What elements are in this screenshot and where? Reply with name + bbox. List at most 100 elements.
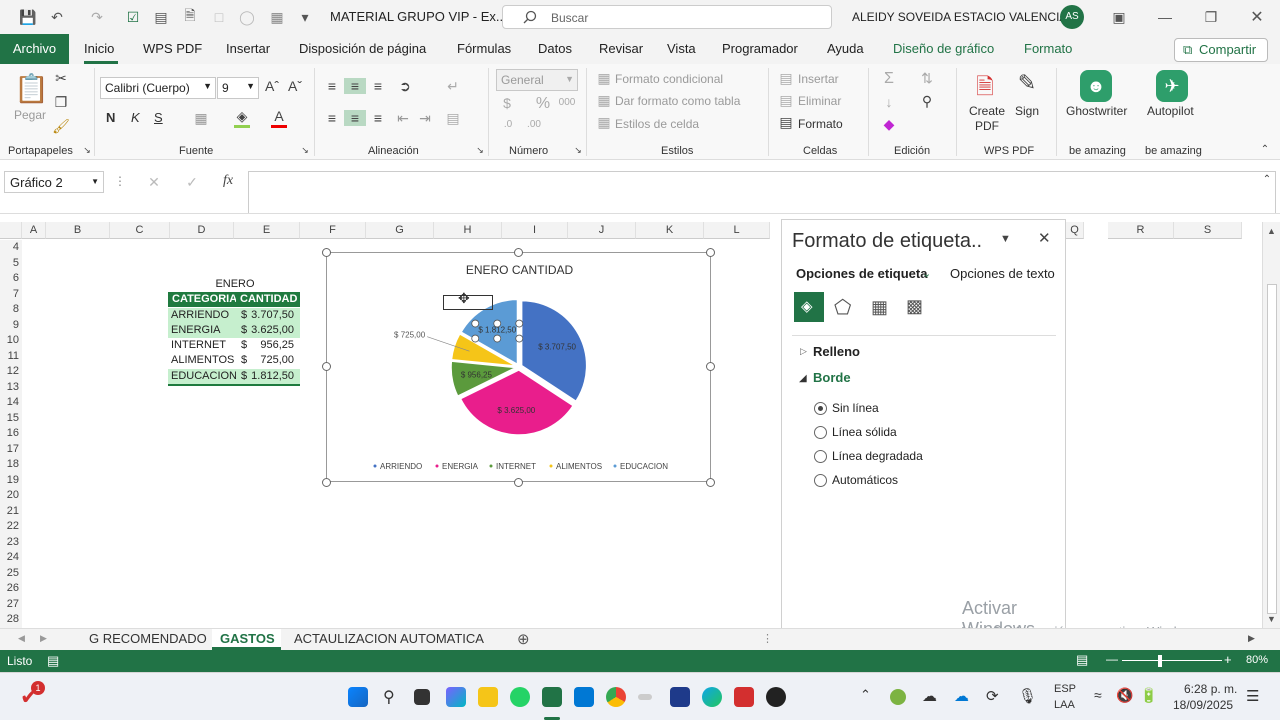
row-header[interactable]: 27 xyxy=(0,596,22,612)
conditional-format-icon[interactable]: ▦ xyxy=(596,70,612,87)
ghostwriter-icon[interactable]: ☻ xyxy=(1080,70,1112,102)
label-handle[interactable] xyxy=(471,319,480,328)
col-header[interactable]: G xyxy=(366,222,434,239)
windows-start-icon[interactable] xyxy=(348,687,368,707)
close-icon[interactable]: ✕ xyxy=(1248,8,1266,26)
format-cells-icon[interactable]: ▤ xyxy=(778,114,794,131)
dialog-launcher-icon[interactable]: ↘ xyxy=(573,145,583,156)
sort-filter-icon[interactable]: ⇅ xyxy=(916,70,938,87)
zoom-out-icon[interactable]: — xyxy=(1106,652,1118,666)
tab-revisar[interactable]: Revisar xyxy=(599,41,643,56)
file-explorer-icon[interactable] xyxy=(478,687,498,707)
collapse-arrow-icon[interactable]: ◢ xyxy=(799,373,807,384)
increase-font-icon[interactable]: Aˆ xyxy=(264,78,280,94)
conditional-format-button[interactable]: Formato condicional xyxy=(615,72,723,86)
restore-icon[interactable]: ❐ xyxy=(1202,8,1220,26)
row-header[interactable]: 13 xyxy=(0,379,22,395)
tray-cloud-icon[interactable]: ☁ xyxy=(922,687,937,705)
sheet-tab-gastos[interactable]: GASTOS xyxy=(220,631,275,646)
table-cell-amount[interactable]: $3.707,50 xyxy=(236,308,300,323)
scroll-right-icon[interactable]: ▶ xyxy=(1248,633,1255,644)
format-painter-icon[interactable]: 🖌 xyxy=(52,118,70,135)
table-icon[interactable]: ▦ xyxy=(268,8,286,26)
wifi-icon[interactable]: ≈ xyxy=(1094,687,1102,703)
col-header[interactable]: L xyxy=(704,222,770,239)
row-header[interactable]: 8 xyxy=(0,302,22,318)
onedrive-icon[interactable]: ☁ xyxy=(954,687,969,705)
col-header[interactable]: B xyxy=(46,222,110,239)
sign-icon[interactable]: ✎ xyxy=(1012,70,1042,100)
label-handle[interactable] xyxy=(493,334,502,343)
table-format-button[interactable]: Dar formato como tabla xyxy=(615,94,740,108)
search-input[interactable]: Buscar xyxy=(502,5,832,29)
row-header[interactable]: 10 xyxy=(0,333,22,349)
label-handle[interactable] xyxy=(471,334,480,343)
row-header[interactable]: 20 xyxy=(0,488,22,504)
col-header[interactable]: F xyxy=(300,222,366,239)
checkbox-icon[interactable]: ☑ xyxy=(124,8,142,26)
fill-down-icon[interactable]: ↓ xyxy=(880,94,898,110)
pane-options-icon[interactable]: ▼ xyxy=(1000,233,1011,245)
resize-handle[interactable] xyxy=(514,248,523,257)
decrease-indent-icon[interactable]: ⇤ xyxy=(394,110,412,127)
delete-cells-button[interactable]: Eliminar xyxy=(798,94,841,108)
col-header[interactable]: J xyxy=(568,222,636,239)
row-header[interactable]: 6 xyxy=(0,271,22,287)
underline-button[interactable]: S xyxy=(154,110,163,125)
add-sheet-icon[interactable]: ⊕ xyxy=(517,630,530,648)
fill-line-tab[interactable]: ◈ xyxy=(794,292,824,322)
align-left-icon[interactable]: ≡ xyxy=(323,110,341,126)
expand-formula-icon[interactable]: ⌃ xyxy=(1261,174,1273,185)
tray-app-icon[interactable] xyxy=(890,689,906,705)
sheet-tab-actualizacion[interactable]: ACTAULIZACION AUTOMATICA xyxy=(294,631,484,646)
prev-sheet-icon[interactable]: ◀ xyxy=(18,633,25,644)
legend-entry[interactable]: ALIMENTOS xyxy=(556,462,602,471)
delete-cells-icon[interactable]: ▤ xyxy=(778,92,794,109)
ghostwriter-button[interactable]: Ghostwriter xyxy=(1066,104,1127,118)
volume-icon[interactable]: 🔇 xyxy=(1116,687,1133,704)
notifications-icon[interactable]: ☰ xyxy=(1246,687,1259,705)
align-bottom-icon[interactable]: ≡ xyxy=(369,78,387,94)
table-cell-category[interactable]: ENERGIA xyxy=(168,323,236,338)
thousands-icon[interactable]: 000 xyxy=(556,97,578,108)
percent-icon[interactable]: % xyxy=(534,95,552,113)
row-header[interactable]: 9 xyxy=(0,317,22,333)
table-cell-amount[interactable]: $956,25 xyxy=(236,338,300,353)
col-header[interactable]: K xyxy=(636,222,704,239)
excel-icon[interactable] xyxy=(542,687,562,707)
copy-icon[interactable]: ❐ xyxy=(52,94,70,111)
resize-handle[interactable] xyxy=(706,478,715,487)
create-pdf-button[interactable]: Create PDF xyxy=(969,104,1005,134)
legend-entry[interactable]: ENERGIA xyxy=(442,462,479,471)
clear-icon[interactable]: ◆ xyxy=(880,116,898,133)
row-header[interactable]: 12 xyxy=(0,364,22,380)
col-header[interactable]: C xyxy=(110,222,170,239)
font-size-select[interactable]: 9 ▼ xyxy=(217,77,259,99)
minimize-icon[interactable]: — xyxy=(1156,8,1174,26)
clock-time[interactable]: 6:28 p. m. xyxy=(1184,682,1237,696)
tab-vista[interactable]: Vista xyxy=(667,41,696,56)
wrap-text-icon[interactable]: ↵ xyxy=(444,78,462,95)
data-label[interactable]: $ 3.625,00 xyxy=(497,406,535,415)
data-label[interactable]: $ 725,00 xyxy=(394,331,426,340)
chevron-down-icon[interactable]: ⌄ xyxy=(922,267,931,280)
tab-text-options[interactable]: Opciones de texto xyxy=(950,266,1055,281)
tab-programador[interactable]: Programador xyxy=(722,41,798,56)
resize-handle[interactable] xyxy=(706,248,715,257)
edge-icon[interactable] xyxy=(702,687,722,707)
table-cell-category[interactable]: ARRIENDO xyxy=(168,308,236,323)
col-header[interactable]: D xyxy=(170,222,234,239)
italic-button[interactable]: K xyxy=(131,110,140,125)
autopilot-icon[interactable]: ✈ xyxy=(1156,70,1188,102)
row-header[interactable]: 28 xyxy=(0,612,22,628)
table-cell-amount[interactable]: $725,00 xyxy=(236,353,300,368)
align-center-icon[interactable]: ≡ xyxy=(344,110,366,126)
scroll-thumb[interactable] xyxy=(1267,284,1277,614)
tab-diseno-grafico[interactable]: Diseño de gráfico xyxy=(893,41,994,56)
font-color-icon[interactable]: A xyxy=(270,108,288,128)
autopilot-button[interactable]: Autopilot xyxy=(1147,104,1194,118)
col-header[interactable]: S xyxy=(1174,222,1242,239)
dialog-launcher-icon[interactable]: ↘ xyxy=(475,145,485,156)
increase-decimal-icon[interactable]: .0 xyxy=(498,119,518,130)
table-cell-amount[interactable]: $3.625,00 xyxy=(236,323,300,338)
